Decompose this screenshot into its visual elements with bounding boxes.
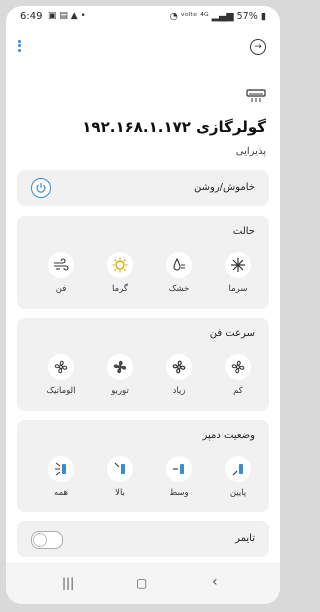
home-icon[interactable]: ▢ (136, 576, 147, 590)
status-right: ◔ ᵛᵒˡᵗᵉ ⁴ᴳ ▂▄▆ 57% ▮ (170, 11, 266, 22)
back-icon[interactable]: ‹ (212, 574, 218, 590)
mode-label: گرما (112, 284, 128, 294)
damper-label: همه (54, 488, 68, 498)
timer-toggle[interactable] (31, 531, 63, 549)
damper-up-button[interactable]: بالا (95, 456, 145, 498)
toggle-knob (33, 533, 47, 547)
fan-speed-title: سرعت فن (209, 328, 255, 339)
fan-high-button[interactable]: زیاد (154, 354, 204, 396)
fan-high-icon (166, 354, 192, 380)
status-time: 6:49 (20, 11, 43, 22)
power-button[interactable] (31, 178, 51, 198)
mode-dry-button[interactable]: خشک (154, 252, 204, 294)
power-label: خاموش/روشن (194, 182, 255, 193)
damper-card: وضعیت دمپر پایین وسط بالا همه (17, 420, 269, 512)
system-nav-bar: ||| ▢ ‹ (6, 563, 280, 604)
menu-dots-icon[interactable] (18, 38, 24, 58)
damper-down-icon (225, 456, 251, 482)
mode-fan-button[interactable]: فن (36, 252, 86, 294)
power-icon (36, 183, 46, 193)
info-button[interactable]: → (250, 39, 266, 55)
damper-middle-icon (166, 456, 192, 482)
fan-speed-label: توربو (111, 386, 129, 396)
fan-speed-label: الوماتیک (46, 386, 76, 396)
mode-label: فن (55, 284, 67, 294)
phone-screen: 6:49 ▣ ▤ ▲ • ◔ ᵛᵒˡᵗᵉ ⁴ᴳ ▂▄▆ 57% ▮ → گولر… (6, 6, 280, 604)
damper-middle-button[interactable]: وسط (154, 456, 204, 498)
snowflake-icon (225, 252, 251, 278)
damper-down-button[interactable]: پایین (213, 456, 263, 498)
battery-text: 57% (236, 11, 258, 22)
sun-icon (107, 252, 133, 278)
fan-speed-card: سرعت فن کم زیاد توربو الوماتیک (17, 318, 269, 411)
battery-icon: ▮ (260, 11, 266, 22)
fan-turbo-icon (107, 354, 133, 380)
power-card: خاموش/روشن (17, 170, 269, 206)
mode-heat-button[interactable]: گرما (95, 252, 145, 294)
damper-label: بالا (115, 488, 125, 498)
fan-auto-button[interactable]: الوماتیک (36, 354, 86, 396)
mode-card: حالت سرما خشک گرما فن (17, 216, 269, 309)
wind-icon (48, 252, 74, 278)
fan-low-button[interactable]: کم (213, 354, 263, 396)
fan-turbo-button[interactable]: توربو (95, 354, 145, 396)
damper-label: پایین (229, 488, 247, 498)
fan-speed-label: کم (233, 386, 243, 396)
timer-label: تایمر (235, 533, 255, 544)
fan-low-icon (225, 354, 251, 380)
mode-cool-button[interactable]: سرما (213, 252, 263, 294)
mode-label: خشک (168, 284, 190, 294)
damper-all-button[interactable]: همه (36, 456, 86, 498)
damper-title: وضعیت دمپر (202, 430, 255, 441)
notification-icon: ▣ ▤ ▲ • (48, 11, 86, 21)
device-title: گولرگازی ۱۹۲.۱۶۸.۱.۱۷۲ (82, 118, 266, 136)
fan-speed-label: زیاد (172, 386, 186, 396)
arrow-right-icon: → (254, 42, 262, 52)
mode-title: حالت (232, 226, 255, 237)
recents-icon[interactable]: ||| (62, 576, 74, 590)
damper-label: وسط (169, 488, 189, 498)
status-bar: 6:49 ▣ ▤ ▲ • ◔ ᵛᵒˡᵗᵉ ⁴ᴳ ▂▄▆ 57% ▮ (6, 6, 280, 28)
device-room: پذیرایی (235, 146, 266, 157)
damper-all-icon (48, 456, 74, 482)
damper-up-icon (107, 456, 133, 482)
fan-auto-icon (48, 354, 74, 380)
mode-label: سرما (228, 284, 248, 294)
dry-icon (166, 252, 192, 278)
signal-icon: ◔ ᵛᵒˡᵗᵉ ⁴ᴳ ▂▄▆ (169, 11, 234, 22)
timer-card: تایمر (17, 521, 269, 557)
air-conditioner-icon (246, 88, 266, 104)
